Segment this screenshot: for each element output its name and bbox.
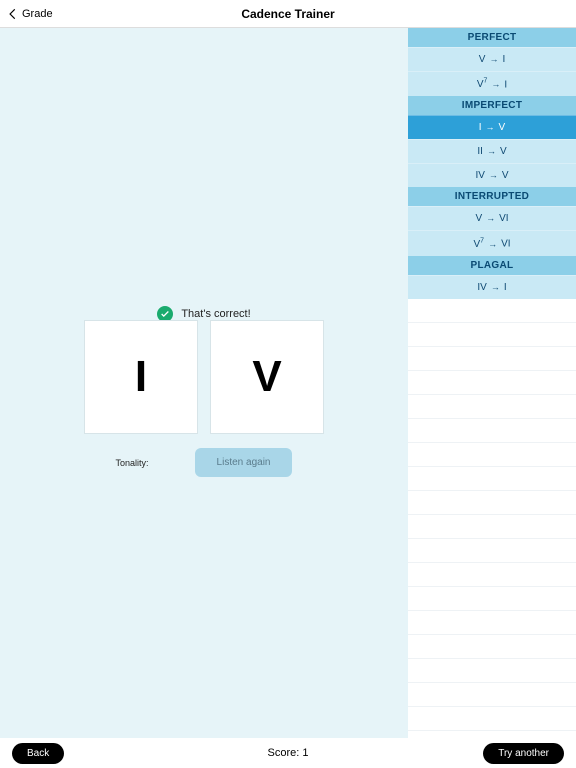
feedback-text: That's correct! <box>181 308 250 320</box>
cadence-category-header: INTERRUPTED <box>408 187 576 206</box>
try-another-button[interactable]: Try another <box>483 743 564 764</box>
cadence-list: PERFECTV→IV7→IIMPERFECTI→VII→VIV→VINTERR… <box>408 28 576 299</box>
cadence-category-header: PERFECT <box>408 28 576 47</box>
cadence-item[interactable]: V→I <box>408 47 576 71</box>
content-area: That's correct! I V Tonality: Listen aga… <box>0 28 408 738</box>
back-grade-button[interactable]: Grade <box>0 7 53 21</box>
cadence-item[interactable]: V7→I <box>408 71 576 96</box>
footer: Back Score: 1 Try another <box>0 738 576 768</box>
cadence-item[interactable]: II→V <box>408 139 576 163</box>
page-title: Cadence Trainer <box>241 7 334 21</box>
cadence-item[interactable]: V7→VI <box>408 230 576 255</box>
listen-again-button[interactable]: Listen again <box>195 448 293 477</box>
cadence-item[interactable]: IV→I <box>408 275 576 299</box>
score-label: Score: 1 <box>268 747 309 759</box>
header: Grade Cadence Trainer <box>0 0 576 28</box>
sidebar-lines <box>408 299 576 738</box>
arrow-left-icon <box>6 7 20 21</box>
main: That's correct! I V Tonality: Listen aga… <box>0 28 576 738</box>
cadence-item[interactable]: V→VI <box>408 206 576 230</box>
cadence-item[interactable]: I→V <box>408 115 576 139</box>
cadence-category-header: PLAGAL <box>408 256 576 275</box>
cadence-sidebar: PERFECTV→IV7→IIMPERFECTI→VII→VIV→VINTERR… <box>408 28 576 738</box>
answer-card-second: V <box>210 320 324 434</box>
back-button[interactable]: Back <box>12 743 64 764</box>
cadence-item[interactable]: IV→V <box>408 163 576 187</box>
cadence-category-header: IMPERFECT <box>408 96 576 115</box>
answer-cards: I V <box>84 320 324 434</box>
back-grade-label: Grade <box>22 8 53 20</box>
answer-card-first: I <box>84 320 198 434</box>
tonality-label: Tonality: <box>116 458 149 468</box>
controls-row: Tonality: Listen again <box>0 448 408 477</box>
